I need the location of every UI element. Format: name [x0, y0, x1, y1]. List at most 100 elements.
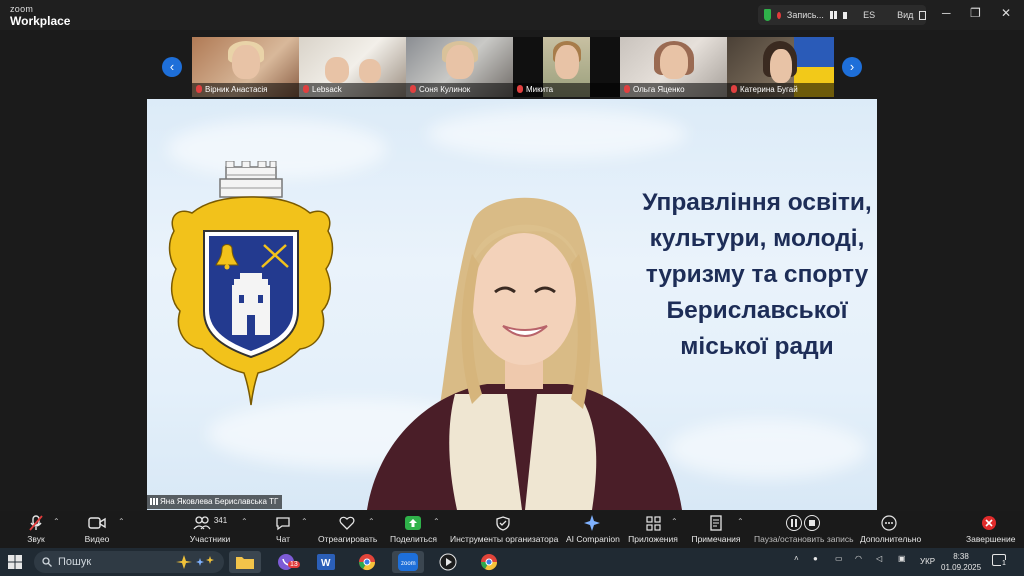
mic-muted-icon [196, 85, 202, 93]
strip-prev-button[interactable]: ‹ [162, 57, 182, 77]
apps-icon [645, 515, 661, 531]
sparkle-decoration-icon [176, 555, 214, 569]
battery-tray-icon[interactable]: ▭ [835, 554, 843, 563]
title-bar: zoom Workplace Запись... ES Вид ─ ❐ ✕ [0, 0, 1024, 30]
mic-muted-icon [303, 85, 309, 93]
tray-overflow-icon[interactable]: ˄ [794, 554, 799, 563]
word-taskbar-button[interactable]: W [310, 551, 342, 573]
folder-icon [236, 557, 254, 569]
stop-recording-icon[interactable] [843, 11, 848, 19]
end-meeting-label: Завершение [966, 534, 1016, 544]
zoom-window: zoom Workplace Запись... ES Вид ─ ❐ ✕ ‹ … [0, 0, 1024, 548]
ai-companion-button[interactable]: AI Companion [566, 514, 620, 544]
power-tray-icon[interactable]: ▣ [898, 554, 906, 563]
security-shield-icon[interactable] [764, 9, 771, 21]
speaker-name: Яна Яковлева Бериславська ТГ [160, 497, 279, 506]
share-button[interactable]: Поделиться [390, 514, 437, 544]
svg-text:zoom: zoom [401, 561, 416, 567]
language-indicator[interactable]: УКР [920, 557, 935, 566]
participant-name: Микита [526, 85, 554, 94]
share-screen-icon [405, 516, 421, 530]
speaker-name-label: Яна Яковлева Бериславська ТГ [147, 495, 283, 509]
camera-icon [88, 517, 106, 529]
svg-text:W: W [321, 558, 331, 569]
participants-icon [193, 516, 211, 530]
record-control-button[interactable]: Пауза/остановить запись [754, 514, 854, 544]
participant-tile[interactable]: Lebsack [299, 37, 406, 97]
participant-tile[interactable]: Ольга Яценко [620, 37, 727, 97]
wifi-tray-icon[interactable]: ◠ [855, 554, 862, 563]
clock-time: 8:38 [953, 552, 969, 561]
windows-start-icon[interactable] [8, 555, 22, 569]
end-call-icon [982, 516, 996, 530]
host-tools-button[interactable]: Инструменты организатора [450, 514, 559, 544]
sparkle-icon [584, 515, 600, 531]
view-grid-icon[interactable] [919, 10, 926, 20]
heart-icon [339, 516, 355, 530]
participant-tile[interactable]: Вірник Анастасія [192, 37, 299, 97]
video-button[interactable]: Видео [82, 514, 112, 544]
notes-options-chevron-icon[interactable]: ⌃ [737, 517, 744, 526]
presenter-video [367, 197, 682, 510]
chat-options-chevron-icon[interactable]: ⌃ [301, 517, 308, 526]
zoom-taskbar-button[interactable]: zoom [392, 551, 424, 573]
participant-tile[interactable]: Микита [513, 37, 620, 97]
app-logo: zoom Workplace [10, 4, 70, 28]
restore-button[interactable]: ❐ [970, 6, 981, 20]
more-icon [881, 515, 897, 531]
pause-stop-record-icon [786, 515, 820, 531]
chrome-icon [358, 554, 376, 571]
ai-companion-label: AI Companion [566, 534, 620, 544]
mic-muted-icon [731, 85, 737, 93]
view-button[interactable]: Вид [897, 10, 913, 20]
participant-name: Соня Кулинок [419, 85, 471, 94]
viber-taskbar-button[interactable]: 13 [270, 551, 302, 573]
search-icon [42, 557, 52, 567]
react-label: Отреагировать [318, 534, 378, 544]
microphone-tray-icon[interactable]: ● [813, 554, 818, 563]
audio-options-chevron-icon[interactable]: ⌃ [53, 517, 60, 526]
chrome-icon [480, 554, 498, 571]
participant-name: Ольга Яценко [633, 85, 685, 94]
notes-button[interactable]: Примечания [690, 514, 742, 544]
word-icon: W [317, 554, 335, 570]
video-options-chevron-icon[interactable]: ⌃ [118, 517, 125, 526]
react-options-chevron-icon[interactable]: ⌃ [368, 517, 375, 526]
share-options-chevron-icon[interactable]: ⌃ [433, 517, 440, 526]
close-button[interactable]: ✕ [1001, 6, 1011, 20]
language-button[interactable]: ES [863, 10, 875, 20]
participant-tile[interactable]: Катерина Бугай [727, 37, 834, 97]
participant-tile[interactable]: Соня Кулинок [406, 37, 513, 97]
search-placeholder: Пошук [58, 556, 92, 568]
participant-name: Катерина Бугай [740, 85, 798, 94]
pause-recording-icon[interactable] [829, 11, 838, 19]
participants-options-chevron-icon[interactable]: ⌃ [241, 517, 248, 526]
audio-button[interactable]: Звук [22, 514, 50, 544]
mic-muted-icon [517, 85, 523, 93]
mic-muted-icon [410, 85, 416, 93]
taskbar-search[interactable]: Пошук [34, 551, 224, 573]
brand-small: zoom [10, 4, 34, 14]
meeting-toolbar: Звук ⌃ Видео ⌃ 341 Участники ⌃ Чат ⌃ Отр… [0, 511, 1024, 548]
file-explorer-taskbar-button[interactable] [229, 551, 261, 573]
mic-muted-icon [29, 515, 43, 531]
clock[interactable]: 8:38 01.09.2025 [941, 551, 981, 573]
participants-button[interactable]: 341 Участники [188, 514, 232, 545]
recording-bar: Запись... ES Вид [758, 5, 926, 25]
strip-next-button[interactable]: › [842, 57, 862, 77]
participants-label: Участники [189, 534, 231, 544]
minimize-button[interactable]: ─ [942, 6, 951, 20]
host-tools-label: Инструменты организатора [450, 534, 559, 544]
media-player-taskbar-button[interactable] [432, 551, 464, 573]
notes-icon [710, 515, 722, 531]
end-meeting-button[interactable]: Завершение [966, 514, 1016, 544]
chat-button[interactable]: Чат [272, 514, 294, 544]
participant-name: Lebsack [312, 85, 342, 94]
more-button[interactable]: Дополнительно [860, 514, 921, 544]
chrome-alt-taskbar-button[interactable] [473, 551, 505, 573]
apps-options-chevron-icon[interactable]: ⌃ [671, 517, 678, 526]
volume-tray-icon[interactable]: ◁ [876, 554, 882, 563]
notification-button[interactable]: 1 [992, 554, 1007, 567]
chrome-taskbar-button[interactable] [351, 551, 383, 573]
play-icon [439, 553, 457, 571]
